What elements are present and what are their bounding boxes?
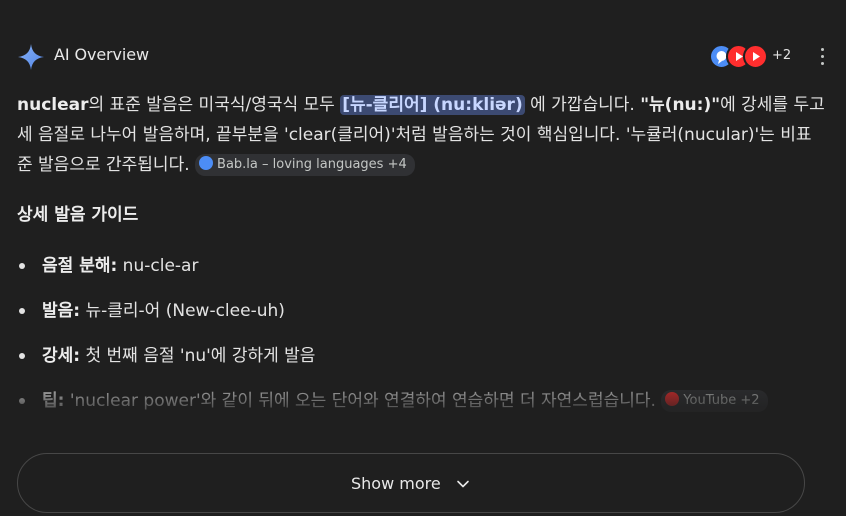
list-item: 발음: 뉴-클리-어 (New-clee-uh) — [17, 297, 827, 342]
bullet-label: 팁: — [42, 391, 65, 411]
intro-text-1: 의 표준 발음은 미국식/영국식 모두 — [88, 95, 341, 115]
bullet-dot — [19, 263, 25, 269]
overview-body: nuclear의 표준 발음은 미국식/영국식 모두 [뉴-클리어] (nu:k… — [17, 90, 827, 180]
bullet-dot — [19, 398, 25, 404]
intro-text-2: 에 가깝습니다. — [524, 95, 641, 115]
youtube-source-icon[interactable] — [743, 44, 768, 69]
bullet-text: nu-cle-ar — [117, 256, 199, 276]
pronunciation-guide-list: 음절 분해: nu-cle-ar 발음: 뉴-클리-어 (New-clee-uh… — [17, 252, 827, 432]
intro-paragraph: nuclear의 표준 발음은 미국식/영국식 모두 [뉴-클리어] (nu:k… — [17, 90, 827, 180]
bullet-label: 음절 분해: — [42, 256, 118, 276]
list-item: 강세: 첫 번째 음절 'nu'에 강하게 발음 — [17, 342, 827, 387]
bullet-label: 발음: — [42, 301, 81, 321]
source-count[interactable]: +2 — [772, 48, 791, 63]
youtube-chip-label: YouTube +2 — [683, 393, 760, 408]
pronunciation-highlight: [뉴-클리어] (nu:kliər) — [340, 95, 525, 115]
chevron-down-icon — [457, 480, 469, 488]
more-options-icon[interactable] — [814, 44, 830, 68]
babla-chip-label: Bab.la – loving languages +4 — [217, 157, 407, 172]
ai-overview-title: AI Overview — [54, 45, 149, 64]
list-item: 음절 분해: nu-cle-ar — [17, 252, 827, 297]
show-more-button[interactable]: Show more — [17, 453, 805, 513]
ai-overview-header: AI Overview +2 — [16, 40, 830, 74]
section-title: 상세 발음 가이드 — [17, 205, 139, 225]
term: nuclear — [17, 95, 89, 115]
bullet-text: 'nuclear power'와 같이 뒤에 오는 단어와 연결하여 연습하면 … — [64, 391, 656, 411]
youtube-citation-chip[interactable]: YouTube +2 — [661, 390, 768, 412]
bullet-dot — [19, 308, 25, 314]
show-more-label: Show more — [351, 474, 441, 493]
bullet-text: 뉴-클리-어 (New-clee-uh) — [80, 301, 285, 321]
bullet-text: 첫 번째 음절 'nu'에 강하게 발음 — [80, 346, 316, 366]
gemini-sparkle-icon — [18, 44, 44, 70]
stress-syllable: "뉴(nu:)" — [640, 95, 721, 115]
youtube-icon — [665, 392, 680, 406]
babla-icon — [199, 156, 214, 170]
bullet-label: 강세: — [42, 346, 81, 366]
babla-citation-chip[interactable]: Bab.la – loving languages +4 — [195, 154, 415, 176]
source-icons[interactable]: +2 — [709, 44, 809, 72]
bullet-dot — [19, 353, 25, 359]
list-item: 팁: 'nuclear power'와 같이 뒤에 오는 단어와 연결하여 연습… — [17, 387, 827, 432]
